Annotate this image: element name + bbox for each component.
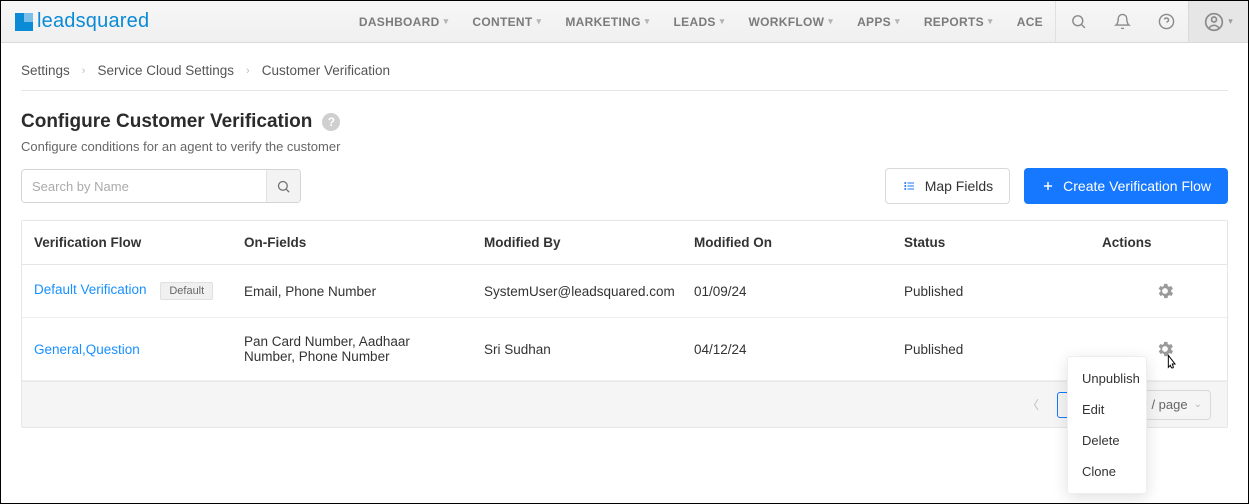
chevron-down-icon: ▾ bbox=[537, 16, 542, 27]
chevron-right-icon: › bbox=[246, 65, 250, 77]
actions-menu: Unpublish Edit Delete Clone bbox=[1067, 356, 1147, 494]
nav-marketing[interactable]: MARKETING ▾ bbox=[553, 1, 661, 42]
logo[interactable]: leadsquared bbox=[15, 10, 149, 33]
nav-ace[interactable]: ACE bbox=[1005, 1, 1055, 42]
top-nav: leadsquared DASHBOARD ▾ CONTENT ▾ MARKETIN… bbox=[1, 1, 1248, 43]
user-menu[interactable]: ▾ bbox=[1188, 1, 1248, 42]
table-header: Verification Flow On-Fields Modified By … bbox=[22, 221, 1227, 265]
col-actions: Actions bbox=[1102, 221, 1227, 264]
cell-modified-by: SystemUser@leadsquared.com bbox=[472, 268, 682, 315]
chevron-right-icon: › bbox=[82, 65, 86, 77]
col-flow: Verification Flow bbox=[22, 221, 232, 264]
crumb-current: Customer Verification bbox=[262, 63, 390, 78]
nav-label: MARKETING bbox=[565, 15, 640, 29]
table-body: Default Verification Default Email, Phon… bbox=[22, 265, 1227, 381]
nav-label: LEADS bbox=[674, 15, 716, 29]
table-footer: 〈 1 〉 / page ⌄ bbox=[22, 381, 1227, 427]
nav-label: DASHBOARD bbox=[359, 15, 440, 29]
chevron-down-icon: ⌄ bbox=[1194, 399, 1202, 410]
search-icon[interactable] bbox=[1056, 1, 1100, 42]
create-flow-label: Create Verification Flow bbox=[1063, 178, 1211, 194]
pager-prev[interactable]: 〈 bbox=[1027, 396, 1039, 413]
chevron-down-icon: ▾ bbox=[645, 16, 650, 27]
breadcrumb: Settings › Service Cloud Settings › Cust… bbox=[1, 43, 1248, 90]
bell-icon[interactable] bbox=[1100, 1, 1144, 42]
cell-modified-on: 04/12/24 bbox=[682, 326, 892, 373]
menu-edit[interactable]: Edit bbox=[1068, 394, 1146, 425]
gear-icon[interactable] bbox=[1155, 339, 1175, 359]
nav-items: DASHBOARD ▾ CONTENT ▾ MARKETING ▾ LEADS ▾ WO… bbox=[347, 1, 1055, 42]
map-fields-button[interactable]: Map Fields bbox=[885, 168, 1010, 204]
chevron-down-icon: ▾ bbox=[895, 16, 900, 27]
chevron-down-icon: ▾ bbox=[828, 16, 833, 27]
menu-delete[interactable]: Delete bbox=[1068, 425, 1146, 456]
cell-status: Published bbox=[892, 268, 1102, 315]
toolbar: Map Fields Create Verification Flow bbox=[1, 168, 1248, 220]
map-fields-label: Map Fields bbox=[925, 178, 993, 194]
chevron-down-icon: ▾ bbox=[1228, 16, 1233, 27]
nav-workflow[interactable]: WORKFLOW▾ bbox=[737, 1, 846, 42]
chevron-down-icon: ▾ bbox=[444, 16, 449, 27]
nav-label: ACE bbox=[1017, 15, 1043, 29]
col-status: Status bbox=[892, 221, 1102, 264]
help-icon[interactable]: ? bbox=[322, 113, 340, 131]
nav-label: REPORTS bbox=[924, 15, 984, 29]
cell-modified-on: 01/09/24 bbox=[682, 268, 892, 315]
table-row: General,Question Pan Card Number, Aadhaa… bbox=[22, 318, 1227, 381]
toolbar-right: Map Fields Create Verification Flow bbox=[885, 168, 1228, 204]
search-field bbox=[21, 169, 301, 203]
nav-dashboard[interactable]: DASHBOARD ▾ bbox=[347, 1, 461, 42]
chevron-down-icon: ▾ bbox=[988, 16, 993, 27]
page-title: Configure Customer Verification bbox=[21, 111, 312, 133]
page-subtitle: Configure conditions for an agent to ver… bbox=[1, 139, 1248, 168]
nav-apps[interactable]: APPS ▾ bbox=[845, 1, 912, 42]
nav-label: CONTENT bbox=[472, 15, 532, 29]
crumb-settings[interactable]: Settings bbox=[21, 63, 70, 78]
help-icon[interactable] bbox=[1144, 1, 1188, 42]
per-page-label: / page bbox=[1151, 397, 1187, 412]
col-modified-on: Modified On bbox=[682, 221, 892, 264]
menu-unpublish[interactable]: Unpublish bbox=[1068, 363, 1146, 394]
create-flow-button[interactable]: Create Verification Flow bbox=[1024, 168, 1228, 204]
flow-link[interactable]: Default Verification bbox=[34, 282, 147, 297]
col-fields: On-Fields bbox=[232, 221, 472, 264]
table-row: Default Verification Default Email, Phon… bbox=[22, 265, 1227, 318]
verification-table: Verification Flow On-Fields Modified By … bbox=[21, 220, 1228, 428]
nav-leads[interactable]: LEADS ▾ bbox=[662, 1, 737, 42]
gear-icon[interactable] bbox=[1155, 281, 1175, 301]
page-header: Configure Customer Verification ? bbox=[1, 91, 1248, 139]
cell-modified-by: Sri Sudhan bbox=[472, 326, 682, 373]
logo-text: leadsquared bbox=[37, 10, 149, 33]
cell-fields: Email, Phone Number bbox=[232, 268, 472, 315]
menu-clone[interactable]: Clone bbox=[1068, 456, 1146, 487]
cell-fields: Pan Card Number, Aadhaar Number, Phone N… bbox=[232, 318, 472, 380]
col-modified-by: Modified By bbox=[472, 221, 682, 264]
chevron-down-icon: ▾ bbox=[720, 16, 725, 27]
nav-label: WORKFLOW bbox=[749, 15, 825, 29]
nav-content[interactable]: CONTENT ▾ bbox=[460, 1, 553, 42]
nav-icons: ▾ bbox=[1055, 1, 1248, 42]
nav-label: APPS bbox=[857, 15, 891, 29]
search-button[interactable] bbox=[266, 170, 300, 202]
nav-reports[interactable]: REPORTS ▾ bbox=[912, 1, 1005, 42]
default-badge: Default bbox=[160, 282, 213, 300]
search-input[interactable] bbox=[22, 170, 266, 202]
logo-mark-icon bbox=[15, 13, 33, 31]
crumb-service-cloud[interactable]: Service Cloud Settings bbox=[97, 63, 234, 78]
flow-link[interactable]: General,Question bbox=[34, 342, 140, 357]
